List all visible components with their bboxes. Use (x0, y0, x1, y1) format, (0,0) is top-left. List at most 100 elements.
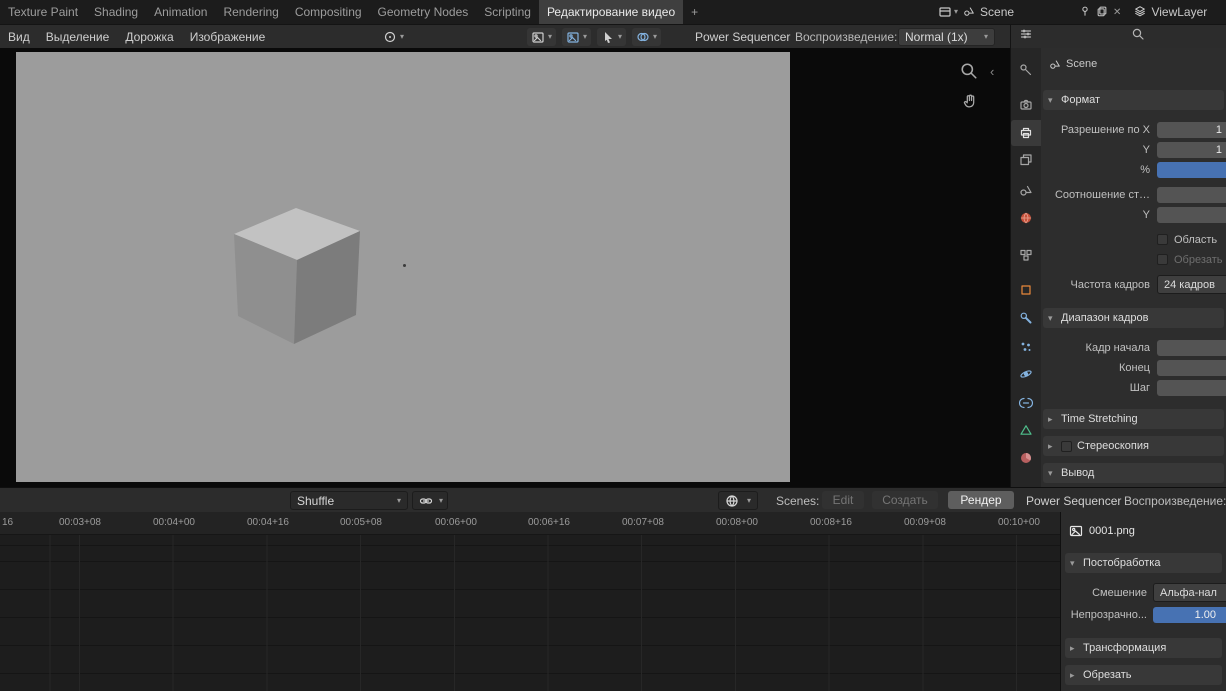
resolution-y-field[interactable]: 1 (1157, 141, 1226, 158)
color-channels-dropdown[interactable]: ▾ (562, 28, 592, 46)
chevron-right-icon: ▸ (1070, 642, 1075, 653)
strip-name-row[interactable]: 0001.png (1069, 520, 1135, 542)
gizmo-dropdown[interactable]: ▾ (597, 28, 627, 46)
edit-scene-button[interactable]: Edit (822, 491, 864, 509)
tab-texture-paint[interactable]: Texture Paint (0, 0, 86, 24)
constraints-properties-tab[interactable] (1011, 390, 1041, 416)
overlays-dropdown[interactable]: ▾ (632, 28, 662, 46)
particles-properties-tab[interactable] (1011, 334, 1041, 360)
object-data-properties-tab[interactable] (1011, 417, 1041, 443)
tab-scripting[interactable]: Scripting (476, 0, 539, 24)
tab-video-editing[interactable]: Редактирование видео (538, 0, 684, 24)
collapse-region-icon[interactable]: ‹ (990, 64, 994, 79)
power-sequencer-menu[interactable]: Power Sequencer (695, 25, 790, 49)
blend-mode-dropdown[interactable]: Альфа-нал (1153, 583, 1226, 602)
tab-compositing[interactable]: Compositing (287, 0, 370, 24)
stereoscopy-checkbox[interactable] (1061, 440, 1072, 452)
pivot-point-dropdown[interactable]: ▾ (383, 25, 404, 49)
frame-end-field[interactable] (1157, 359, 1226, 376)
frame-step-field[interactable] (1157, 379, 1226, 396)
aspect-x-field[interactable] (1157, 186, 1226, 203)
menu-view[interactable]: Вид (0, 30, 38, 44)
chevron-down-icon: ▾ (1070, 557, 1075, 568)
breadcrumb: Scene (1049, 58, 1097, 70)
timeline-ruler[interactable]: 16 00:03+08 00:04+00 00:04+16 00:05+08 0… (0, 512, 1060, 535)
modifier-properties-tab[interactable] (1011, 305, 1041, 331)
sequencer-header: Shuffle ▾ ▾ ▾ Scenes: Edit Создать Ренде… (0, 487, 1226, 512)
viewlayer-name[interactable]: ViewLayer (1151, 5, 1207, 19)
playback-speed-dropdown[interactable]: Normal (1x) ▾ (898, 25, 995, 49)
render-properties-tab[interactable] (1011, 92, 1041, 118)
pan-hand-icon[interactable] (962, 92, 979, 114)
render-region-checkbox[interactable] (1157, 234, 1168, 245)
image-display-dropdown[interactable]: ▾ (527, 28, 557, 46)
view-layer-properties-tab[interactable] (1011, 147, 1041, 173)
crop-region-checkbox[interactable] (1157, 254, 1168, 265)
viewlayer-icon (1134, 5, 1146, 20)
output-properties-tab[interactable] (1011, 120, 1041, 146)
chevron-down-icon: ▾ (653, 32, 658, 41)
snapping-dropdown[interactable]: ▾ (412, 491, 448, 510)
transform-panel-header[interactable]: ▸ Трансформация (1065, 638, 1222, 658)
filter-icon[interactable] (1019, 27, 1033, 46)
zoom-icon[interactable] (960, 62, 978, 85)
physics-properties-tab[interactable] (1011, 361, 1041, 387)
sequencer-preview[interactable]: ‹ (0, 48, 1010, 487)
time-stretching-panel-header[interactable]: ▸ Time Stretching (1043, 409, 1224, 429)
ruler-label: 00:04+16 (247, 517, 289, 528)
chevron-down-icon: ▾ (400, 32, 405, 41)
opacity-slider[interactable]: 1.00 (1153, 606, 1226, 623)
frame-rate-dropdown[interactable]: 24 кадров (1157, 275, 1226, 294)
resolution-x-field[interactable]: 1 (1157, 121, 1226, 138)
search-icon[interactable] (1131, 27, 1145, 46)
chevron-down-icon: ▾ (1048, 312, 1053, 323)
aspect-y-field[interactable] (1157, 206, 1226, 223)
material-properties-tab[interactable] (1011, 445, 1041, 471)
crop-panel-header[interactable]: ▸ Обрезать (1065, 665, 1222, 685)
sequencer-tracks[interactable] (0, 535, 1060, 691)
link-icon (419, 497, 433, 504)
ruler-label: 00:04+00 (153, 517, 195, 528)
menu-image[interactable]: Изображение (182, 30, 274, 44)
stereoscopy-panel-header[interactable]: ▸ Стереоскопия (1043, 436, 1224, 456)
panel-title: Стереоскопия (1077, 440, 1149, 452)
menu-select[interactable]: Выделение (38, 30, 118, 44)
render-button[interactable]: Рендер (948, 491, 1014, 509)
post-processing-panel-header[interactable]: ▾ Постобработка (1065, 553, 1222, 573)
scene-name[interactable]: Scene (980, 5, 1014, 19)
panel-title: Обрезать (1083, 669, 1132, 681)
power-sequencer-menu[interactable]: Power Sequencer (1026, 491, 1121, 510)
tab-animation[interactable]: Animation (146, 0, 215, 24)
breadcrumb-label: Scene (1066, 58, 1098, 70)
scene-icon (963, 5, 975, 20)
editor-type-icon[interactable]: ▾ (938, 5, 958, 19)
world-properties-tab[interactable] (1011, 205, 1041, 231)
frame-range-panel-header[interactable]: ▾ Диапазон кадров (1043, 308, 1224, 328)
globe-icon (726, 494, 738, 507)
scene-strip-dropdown[interactable]: ▾ (718, 491, 758, 510)
unlink-icon[interactable]: ✕ (1113, 7, 1121, 18)
tab-rendering[interactable]: Rendering (215, 0, 286, 24)
frame-rate-row: Частота кадров 24 кадров (1041, 275, 1226, 294)
scenes-label: Scenes: (776, 493, 820, 508)
scene-properties-tab[interactable] (1011, 177, 1041, 203)
crop-region-row: Обрезать (1041, 251, 1226, 268)
format-panel-header[interactable]: ▾ Формат (1043, 90, 1224, 110)
tab-geometry-nodes[interactable]: Geometry Nodes (370, 0, 477, 24)
output-panel-header[interactable]: ▾ Вывод (1043, 463, 1224, 483)
shuffle-dropdown[interactable]: Shuffle ▾ (290, 491, 408, 510)
menu-track[interactable]: Дорожка (117, 30, 181, 44)
frame-start-field[interactable] (1157, 339, 1226, 356)
panel-title: Формат (1061, 94, 1101, 106)
create-scene-button[interactable]: Создать (872, 491, 938, 509)
collection-properties-tab[interactable] (1011, 242, 1041, 268)
resolution-percent-slider[interactable] (1157, 161, 1226, 178)
chevron-down-icon: ▾ (954, 7, 959, 16)
tool-properties-tab[interactable] (1011, 57, 1041, 83)
add-workspace-button[interactable]: + (683, 0, 706, 24)
duplicate-icon[interactable] (1096, 5, 1108, 20)
tab-shading[interactable]: Shading (86, 0, 146, 24)
pin-icon[interactable] (1079, 5, 1091, 20)
object-properties-tab[interactable] (1011, 277, 1041, 303)
panel-title: Вывод (1061, 467, 1095, 479)
